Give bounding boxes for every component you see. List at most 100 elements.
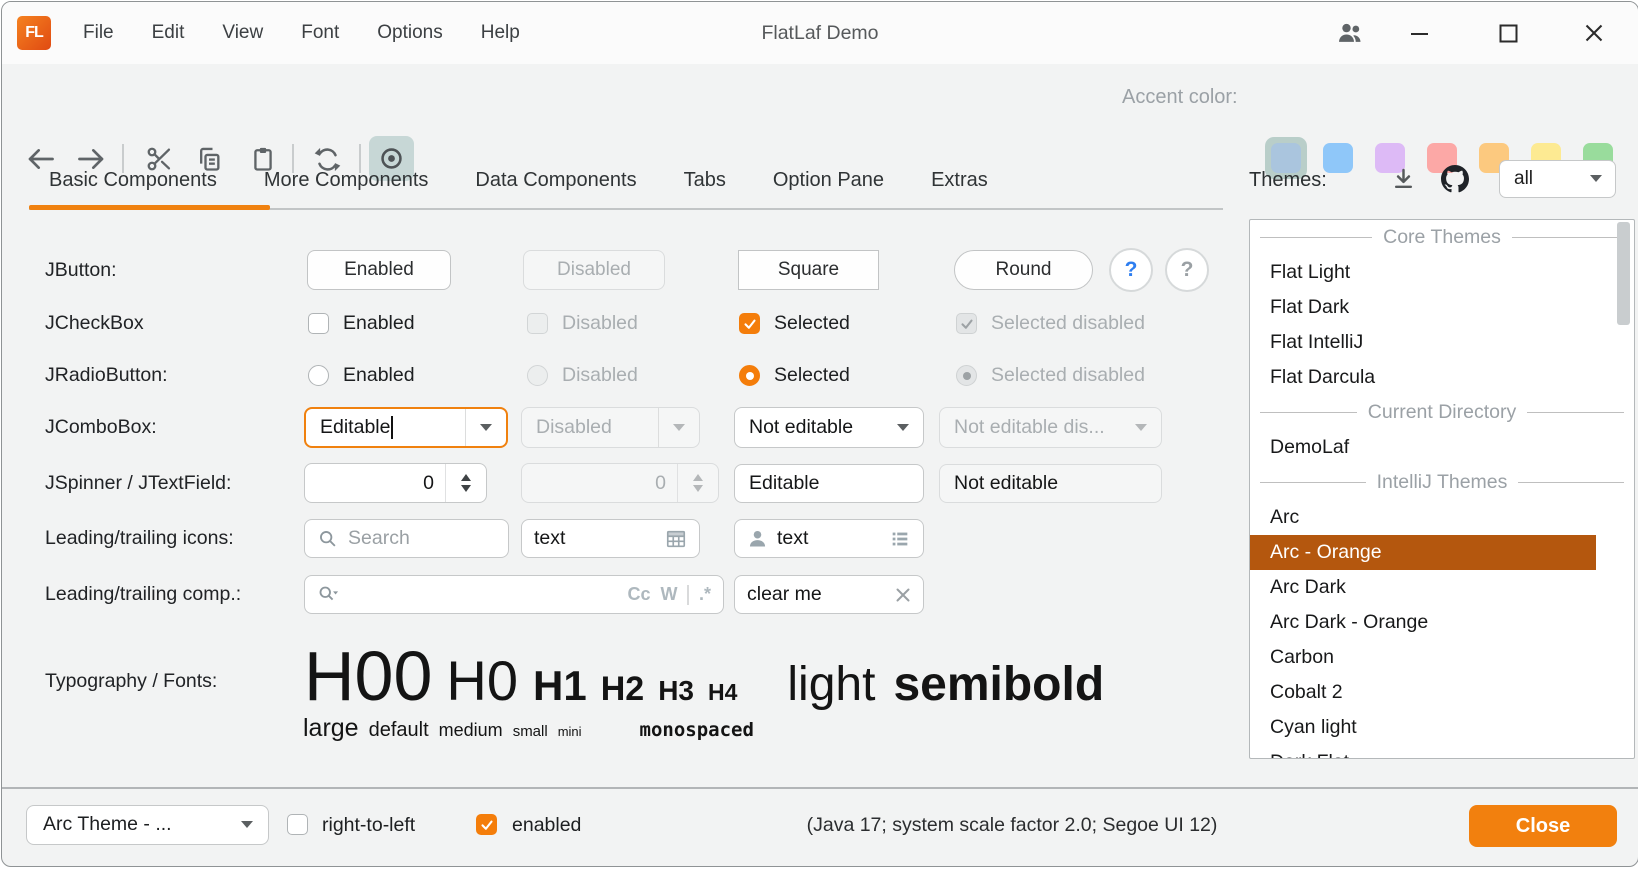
textfield-person-list[interactable]: text — [734, 519, 924, 558]
match-case-toggle[interactable]: Cc — [627, 584, 650, 605]
round-button[interactable]: Round — [954, 250, 1093, 290]
menu-bar: File Edit View Font Options Help — [64, 2, 539, 64]
chevron-down-icon — [1590, 175, 1602, 182]
text-caret — [391, 416, 393, 439]
theme-item-arc-dark-orange[interactable]: Arc Dark - Orange — [1250, 605, 1634, 640]
tab-basic-components[interactable]: Basic Components — [49, 169, 217, 192]
combobox-editable[interactable]: Editable — [304, 407, 508, 448]
spinner-disabled: 0 — [521, 463, 719, 503]
rtl-checkbox[interactable] — [287, 814, 308, 835]
minimize-button[interactable] — [1399, 2, 1439, 64]
chevron-down-icon — [673, 424, 685, 431]
person-icon — [747, 528, 768, 549]
radio-selected[interactable] — [739, 365, 760, 386]
clear-me-field[interactable]: clear me — [734, 575, 924, 614]
mini-sample: mini — [558, 724, 582, 739]
theme-item-arc-dark[interactable]: Arc Dark — [1250, 570, 1634, 605]
search-field[interactable]: Search — [304, 519, 509, 558]
rtl-checkbox-label: right-to-left — [322, 805, 415, 845]
spinner-enabled[interactable]: 0 — [304, 463, 487, 503]
theme-item-arc-orange-selected[interactable]: Arc - Orange — [1250, 535, 1596, 570]
textfield-not-editable: Not editable — [939, 464, 1162, 503]
accent-swatch-2[interactable] — [1323, 143, 1353, 173]
combobox-arrow[interactable] — [465, 409, 506, 446]
tab-extras[interactable]: Extras — [931, 169, 988, 192]
menu-view[interactable]: View — [203, 22, 282, 44]
search-dropdown-icon[interactable] — [317, 584, 339, 606]
themes-label: Themes: — [1249, 152, 1327, 208]
textfield-editable[interactable]: Editable — [734, 464, 924, 503]
theme-item-arc[interactable]: Arc — [1250, 500, 1634, 535]
theme-selector-combobox[interactable]: Arc Theme - ... — [26, 805, 269, 845]
check-icon — [960, 318, 974, 330]
enabled-button[interactable]: Enabled — [307, 250, 451, 290]
spinner-arrows — [677, 464, 718, 502]
download-theme-icon[interactable] — [1390, 166, 1417, 193]
tab-data-components[interactable]: Data Components — [475, 169, 636, 192]
menu-file[interactable]: File — [64, 22, 133, 44]
theme-item-carbon[interactable]: Carbon — [1250, 640, 1634, 675]
clear-icon[interactable] — [895, 587, 911, 603]
theme-item-cobalt-2[interactable]: Cobalt 2 — [1250, 675, 1634, 710]
tab-tabs[interactable]: Tabs — [684, 169, 726, 192]
whole-words-toggle[interactable]: W — [660, 584, 677, 605]
menu-help[interactable]: Help — [462, 22, 539, 44]
theme-item-dark-flat[interactable]: Dark Flat — [1250, 745, 1634, 759]
radio-enabled[interactable] — [308, 365, 329, 386]
regex-toggle[interactable]: .* — [699, 584, 711, 605]
help-button-blue[interactable]: ? — [1109, 248, 1153, 292]
tab-option-pane[interactable]: Option Pane — [773, 169, 884, 192]
theme-item-cyan-light[interactable]: Cyan light — [1250, 710, 1634, 745]
tab-more-components[interactable]: More Components — [264, 169, 429, 192]
menu-font[interactable]: Font — [282, 22, 358, 44]
checkbox-disabled-label: Disabled — [562, 307, 638, 340]
themes-scrollbar-thumb[interactable] — [1617, 222, 1630, 325]
combobox-not-editable[interactable]: Not editable — [734, 407, 924, 448]
selected-tab-underline — [29, 205, 270, 210]
combobox-not-editable-value: Not editable — [749, 408, 853, 447]
theme-item-demolaf[interactable]: DemoLaf — [1250, 430, 1634, 465]
combobox-arrow[interactable] — [883, 408, 923, 447]
textfield-not-editable-value: Not editable — [954, 472, 1058, 495]
maximize-button[interactable] — [1488, 2, 1528, 64]
close-window-button[interactable] — [1574, 2, 1614, 64]
h2-sample: H2 — [601, 670, 644, 709]
theme-item-flat-intellij[interactable]: Flat IntelliJ — [1250, 325, 1634, 360]
check-icon — [480, 819, 494, 831]
textfield-trailing-table-icon[interactable]: text — [521, 519, 700, 558]
menu-options[interactable]: Options — [358, 22, 461, 44]
combobox-disabled-value: Disabled — [536, 408, 612, 447]
help-button-grey[interactable]: ? — [1165, 248, 1209, 292]
accent-color-label: Accent color: — [1122, 64, 1238, 130]
users-icon[interactable] — [1330, 2, 1370, 64]
menu-edit[interactable]: Edit — [133, 22, 204, 44]
checkbox-enabled[interactable] — [308, 313, 329, 334]
typography-sizes: large default medium small mini monospac… — [303, 714, 754, 743]
chevron-up-icon — [693, 474, 703, 481]
search-comp-field[interactable]: Cc W .* — [304, 575, 724, 614]
app-logo-text: FL — [25, 24, 43, 42]
theme-selector-value: Arc Theme - ... — [43, 806, 172, 843]
github-icon[interactable] — [1441, 165, 1469, 193]
table-icon — [665, 528, 687, 550]
separator-label: Current Directory — [1368, 401, 1516, 424]
h1-sample: H1 — [533, 662, 587, 710]
close-button[interactable]: Close — [1469, 805, 1617, 847]
monospaced-sample: monospaced — [640, 719, 754, 741]
leading-trailing-comp-row-label: Leading/trailing comp.: — [45, 575, 241, 614]
theme-item-flat-light[interactable]: Flat Light — [1250, 255, 1634, 290]
themes-list: Core Themes Flat Light Flat Dark Flat In… — [1249, 219, 1635, 759]
enabled-checkbox[interactable] — [476, 814, 497, 835]
search-icon — [317, 528, 339, 550]
light-sample: light — [787, 657, 875, 712]
square-button[interactable]: Square — [738, 250, 879, 290]
theme-item-flat-darcula[interactable]: Flat Darcula — [1250, 360, 1634, 395]
checkbox-selected-disabled — [956, 313, 977, 334]
clear-me-value: clear me — [747, 583, 895, 606]
combobox-arrow — [658, 408, 699, 447]
radio-disabled — [527, 365, 548, 386]
theme-item-flat-dark[interactable]: Flat Dark — [1250, 290, 1634, 325]
theme-filter-combobox[interactable]: all — [1499, 160, 1616, 198]
checkbox-selected[interactable] — [739, 313, 760, 334]
spinner-arrows[interactable] — [445, 464, 486, 502]
